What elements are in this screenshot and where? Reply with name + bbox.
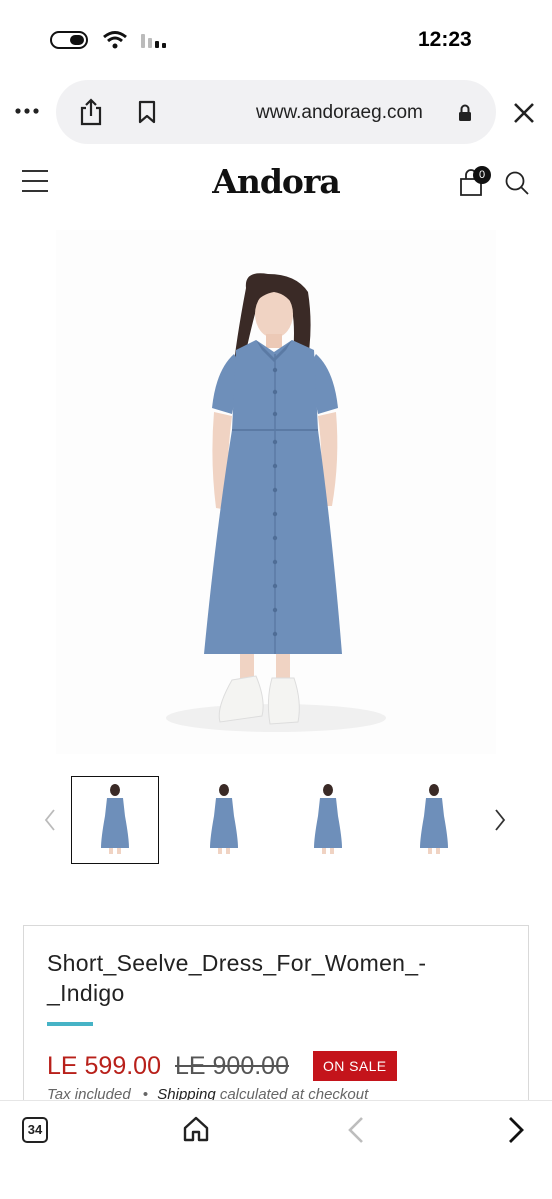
thumbnail-image <box>420 784 448 854</box>
thumbnail-2[interactable] <box>180 776 268 864</box>
bookmark-icon[interactable] <box>136 100 158 124</box>
status-time: 12:23 <box>418 28 472 51</box>
status-bar: 12:23 <box>0 0 552 80</box>
forward-icon[interactable] <box>504 1115 528 1145</box>
url-bar[interactable]: www.andoraeg.com <box>56 80 496 144</box>
thumbnail-1[interactable] <box>71 776 159 864</box>
url-text[interactable]: www.andoraeg.com <box>256 102 423 124</box>
on-sale-badge: ON SALE <box>313 1051 397 1081</box>
close-icon[interactable] <box>512 101 536 125</box>
thumbnail-3[interactable] <box>284 776 372 864</box>
status-icons <box>50 30 168 50</box>
product-info-card: Short_Seelve_Dress_For_Women_-_Indigo LE… <box>23 925 529 1125</box>
thumbnail-image <box>210 784 238 854</box>
site-header: Andora 0 <box>0 150 552 216</box>
share-icon[interactable] <box>78 98 104 126</box>
search-icon[interactable] <box>504 170 530 196</box>
thumbnail-4[interactable] <box>390 776 478 864</box>
compare-at-price: LE 900.00 <box>175 1051 289 1080</box>
browser-toolbar: 34 <box>0 1100 552 1199</box>
wifi-icon <box>103 31 127 49</box>
chevron-right-icon[interactable] <box>490 806 510 834</box>
back-icon[interactable] <box>344 1115 368 1145</box>
sale-price: LE 599.00 <box>47 1051 161 1080</box>
price-row: LE 599.00 LE 900.00 ON SALE <box>47 1050 397 1082</box>
thumbnail-image <box>314 784 342 854</box>
product-photo <box>166 273 386 732</box>
product-main-image[interactable] <box>56 230 496 754</box>
more-icon[interactable] <box>14 102 42 122</box>
signal-icon <box>141 34 166 48</box>
thumbnail-carousel <box>0 770 552 870</box>
cart-count-badge: 0 <box>473 166 491 184</box>
tabs-icon[interactable]: 34 <box>22 1117 48 1143</box>
home-icon[interactable] <box>182 1115 210 1143</box>
chevron-left-icon[interactable] <box>40 806 60 834</box>
thumbnail-image <box>101 784 129 854</box>
battery-icon <box>50 31 88 49</box>
browser-bar: www.andoraeg.com <box>0 80 552 146</box>
lock-icon <box>459 104 471 121</box>
title-underline <box>47 1022 93 1026</box>
product-title: Short_Seelve_Dress_For_Women_-_Indigo <box>47 950 427 1006</box>
